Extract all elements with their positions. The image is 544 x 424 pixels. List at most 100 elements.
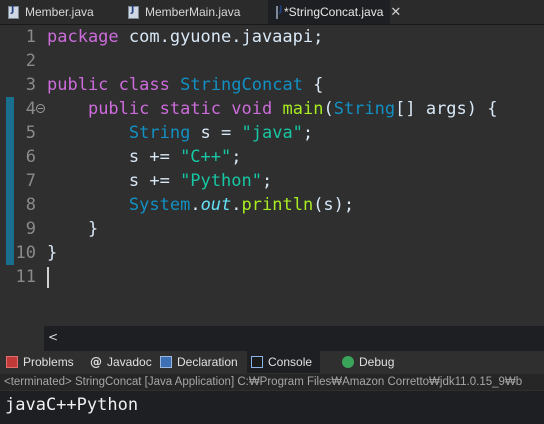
- line-number: 4: [25, 99, 36, 119]
- horizontal-scrollbar[interactable]: <: [44, 326, 544, 352]
- code-line[interactable]: 8 System.out.println(s);: [0, 193, 544, 217]
- tab-problems[interactable]: Problems: [6, 351, 74, 373]
- java-file-icon: [8, 5, 19, 19]
- code-line[interactable]: 3 public class StringConcat {: [0, 73, 544, 97]
- code-token: "C++": [180, 147, 232, 167]
- problems-icon: [6, 356, 18, 368]
- code-text: s += "Python";: [47, 169, 272, 193]
- code-token: String: [128, 123, 191, 143]
- code-text: package com.gyuone.javaapi;: [47, 25, 323, 49]
- debug-icon: [342, 356, 354, 368]
- console-icon: [251, 356, 263, 368]
- line-number: 1: [25, 27, 36, 47]
- code-line[interactable]: 11: [0, 265, 544, 289]
- code-line[interactable]: 2: [0, 49, 544, 73]
- code-line[interactable]: 10}: [0, 241, 544, 265]
- code-token: .: [231, 195, 242, 215]
- code-token: ;: [261, 171, 273, 191]
- code-token: ;: [231, 147, 242, 167]
- console-panel[interactable]: javaC++Python: [0, 391, 544, 424]
- code-token: out: [200, 195, 232, 215]
- java-file-icon: [276, 5, 282, 19]
- code-line[interactable]: 5 String s = "java";: [0, 121, 544, 145]
- fold-toggle-icon[interactable]: −: [36, 104, 45, 113]
- code-line[interactable]: 4− public static void main(String[] args…: [0, 97, 544, 121]
- code-text: String s = "java";: [47, 121, 313, 145]
- code-token: println: [241, 195, 314, 215]
- code-text: }: [47, 241, 57, 265]
- code-token: ;: [302, 123, 314, 143]
- code-token: main: [282, 99, 324, 119]
- line-number: 9: [25, 219, 36, 239]
- line-number: 6: [25, 147, 36, 167]
- javadoc-icon: @: [90, 355, 102, 369]
- java-file-icon: [128, 5, 139, 19]
- tab-label: Console: [268, 355, 313, 369]
- editor-tab-bar: Member.java MemberMain.java *StringConca…: [0, 0, 544, 25]
- tab-membermain-java[interactable]: MemberMain.java: [128, 0, 240, 24]
- code-token: (s);: [313, 195, 355, 215]
- line-number: 10: [15, 243, 36, 263]
- tab-javadoc[interactable]: @ Javadoc: [90, 351, 152, 373]
- line-number: 11: [15, 267, 36, 287]
- code-token: class: [118, 75, 170, 95]
- code-token: com.gyuone.javaapi;: [118, 27, 324, 47]
- tab-stringconcat-java[interactable]: *StringConcat.java ✕: [268, 0, 401, 24]
- line-number: 7: [25, 171, 36, 191]
- console-output: javaC++Python: [5, 395, 139, 415]
- view-tab-bar: Problems @ Javadoc Declaration Console D…: [0, 351, 544, 373]
- tab-label: Declaration: [177, 355, 238, 369]
- line-number: 3: [25, 75, 36, 95]
- tab-label: Debug: [359, 355, 395, 369]
- code-text: public class StringConcat {: [47, 73, 323, 97]
- line-number: 5: [25, 123, 36, 143]
- code-line[interactable]: 7 s += "Python";: [0, 169, 544, 193]
- declaration-icon: [160, 356, 172, 368]
- code-editor[interactable]: 1 package com.gyuone.javaapi; 2 3 public cla…: [0, 25, 544, 352]
- code-text: System.out.println(s);: [47, 193, 354, 217]
- code-token: "Python": [180, 171, 262, 191]
- code-token: s +=: [47, 147, 181, 167]
- code-line[interactable]: 9 }: [0, 217, 544, 241]
- code-text: }: [47, 217, 98, 241]
- line-number: 2: [25, 51, 36, 71]
- code-line[interactable]: 6 s += "C++";: [0, 145, 544, 169]
- code-token: void: [231, 99, 273, 119]
- code-token: .: [190, 195, 201, 215]
- tab-debug[interactable]: Debug: [342, 351, 394, 373]
- tab-console[interactable]: Console: [247, 351, 321, 373]
- tab-label: MemberMain.java: [145, 5, 241, 19]
- code-token: }: [47, 219, 99, 239]
- console-status-line: <terminated> StringConcat [Java Applicat…: [0, 374, 544, 390]
- code-token: public: [87, 99, 150, 119]
- code-token: package: [47, 27, 119, 47]
- tab-declaration[interactable]: Declaration: [160, 351, 238, 373]
- code-token: static: [159, 99, 222, 119]
- code-token: (: [323, 99, 334, 119]
- code-token: public: [47, 75, 109, 95]
- scroll-left-icon[interactable]: <: [48, 330, 58, 344]
- code-token: }: [47, 243, 58, 263]
- code-token: StringConcat: [180, 75, 303, 95]
- code-token: System: [128, 195, 191, 215]
- text-cursor: [47, 267, 49, 288]
- code-token: [] args) {: [395, 99, 498, 119]
- tab-label: *StringConcat.java: [284, 5, 384, 19]
- code-token: s =: [190, 123, 242, 143]
- code-token: String: [333, 99, 396, 119]
- tab-member-java[interactable]: Member.java: [8, 0, 94, 24]
- code-text: s += "C++";: [47, 145, 242, 169]
- tab-label: Member.java: [25, 5, 94, 19]
- code-text: public static void main(String[] args) {: [47, 97, 498, 121]
- tab-label: Javadoc: [107, 355, 152, 369]
- code-line[interactable]: 1 package com.gyuone.javaapi;: [0, 25, 544, 49]
- close-tab-icon[interactable]: ✕: [390, 5, 401, 20]
